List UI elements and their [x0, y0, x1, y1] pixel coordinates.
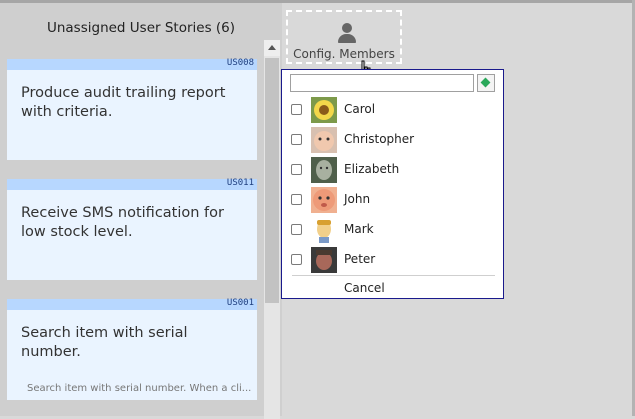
story-id: US011 — [226, 178, 254, 188]
member-item-elizabeth[interactable]: Elizabeth — [282, 155, 503, 185]
member-item-peter[interactable]: Peter — [282, 245, 503, 275]
member-checkbox[interactable] — [291, 104, 302, 115]
member-checkbox[interactable] — [291, 194, 302, 205]
scroll-up-icon[interactable] — [264, 40, 280, 56]
member-name: John — [344, 192, 371, 206]
avatar — [311, 217, 337, 243]
avatar — [311, 157, 337, 183]
person-icon — [338, 23, 356, 43]
avatar — [311, 97, 337, 123]
story-id: US008 — [226, 58, 254, 68]
avatar — [311, 247, 337, 273]
story-id: US001 — [226, 298, 254, 308]
member-item-carol[interactable]: Carol — [282, 95, 503, 125]
member-checkbox[interactable] — [291, 164, 302, 175]
dropdown-divider — [292, 275, 495, 276]
story-card-header: US008 — [7, 58, 257, 70]
story-title: Produce audit trailing report with crite… — [21, 85, 226, 120]
avatar — [311, 127, 337, 153]
config-members-button[interactable]: Config. Members — [286, 10, 402, 64]
config-members-label: Config. Members — [293, 47, 395, 61]
member-name: Peter — [344, 252, 376, 266]
clear-search-icon[interactable] — [477, 74, 495, 92]
member-checkbox[interactable] — [291, 254, 302, 265]
member-item-mark[interactable]: Mark — [282, 215, 503, 245]
vertical-scrollbar[interactable] — [264, 40, 280, 419]
panel-title: Unassigned User Stories (6) — [46, 20, 236, 36]
story-title: Search item with serial number. — [21, 325, 188, 360]
scroll-thumb[interactable] — [265, 58, 279, 303]
member-name: Mark — [344, 222, 374, 236]
story-description: Search item with serial number. When a c… — [27, 383, 252, 394]
avatar — [311, 187, 337, 213]
member-item-christopher[interactable]: Christopher — [282, 125, 503, 155]
story-card[interactable]: US008 Produce audit trailing report with… — [7, 58, 257, 160]
unassigned-stories-panel: Unassigned User Stories (6) US008 Produc… — [0, 3, 282, 419]
member-item-john[interactable]: John — [282, 185, 503, 215]
story-card-header: US001 — [7, 298, 257, 310]
story-card[interactable]: US001 Search item with serial number. Se… — [7, 298, 257, 400]
members-dropdown: Carol Christopher Elizabeth John Mark Pe… — [281, 69, 504, 299]
story-card-header: US011 — [7, 178, 257, 190]
member-search-input[interactable] — [290, 74, 474, 92]
story-title: Receive SMS notification for low stock l… — [21, 205, 224, 240]
member-checkbox[interactable] — [291, 134, 302, 145]
story-card[interactable]: US011 Receive SMS notification for low s… — [7, 178, 257, 280]
member-name: Carol — [344, 102, 376, 116]
member-checkbox[interactable] — [291, 224, 302, 235]
member-name: Christopher — [344, 132, 415, 146]
member-name: Elizabeth — [344, 162, 400, 176]
cancel-button[interactable]: Cancel — [344, 281, 385, 295]
